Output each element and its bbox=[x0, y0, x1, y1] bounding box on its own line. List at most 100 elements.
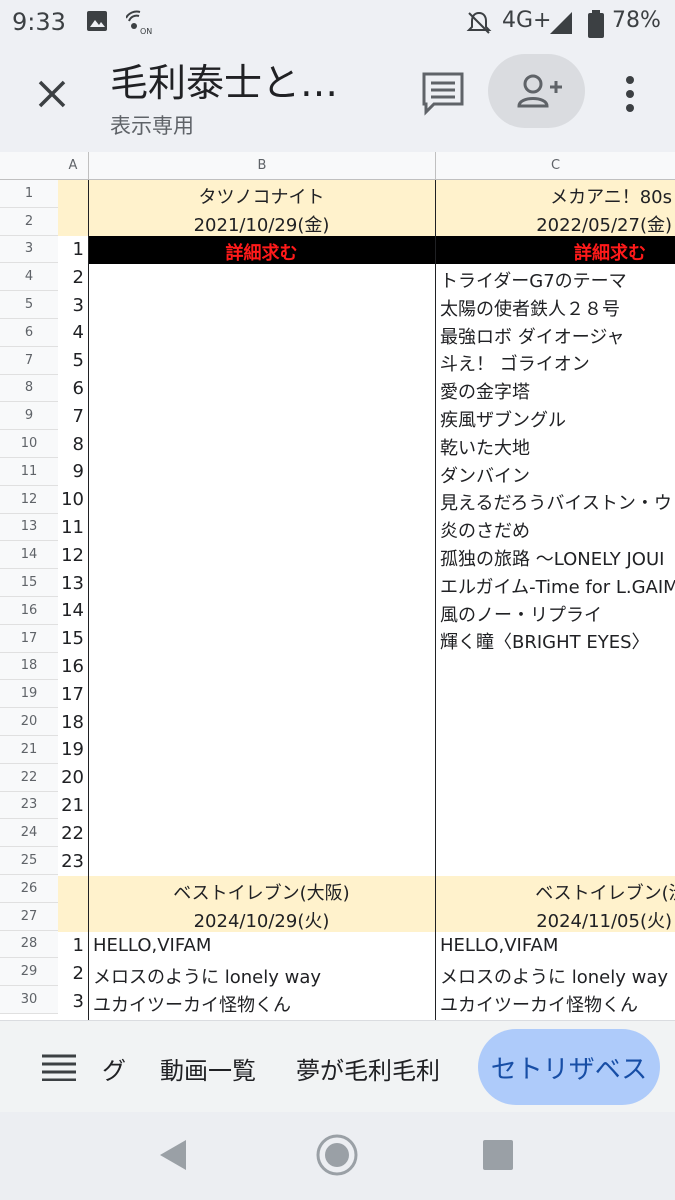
song-cell-c[interactable]: 見えるだろうバイストン・ウ bbox=[440, 489, 675, 515]
row-header[interactable]: 22 bbox=[0, 763, 58, 792]
event-name-b2[interactable]: ベストイレブン(大阪) bbox=[88, 879, 435, 905]
row-header[interactable]: 2 bbox=[0, 207, 58, 236]
column-header-a[interactable]: A bbox=[58, 152, 88, 180]
sheet-tab-1[interactable]: グ bbox=[102, 1051, 126, 1086]
song-cell-c[interactable]: HELLO,VIFAM bbox=[440, 935, 675, 956]
recents-icon[interactable] bbox=[482, 1139, 514, 1171]
song-cell-c[interactable]: 輝く瞳〈BRIGHT EYES〉 bbox=[440, 628, 675, 654]
song-cell-c[interactable]: 太陽の使者鉄人２８号 bbox=[440, 295, 675, 321]
index-cell[interactable]: 12 bbox=[58, 545, 88, 566]
song-cell-b[interactable]: ユカイツーカイ怪物くん bbox=[93, 991, 433, 1017]
index-cell[interactable]: 19 bbox=[58, 739, 88, 760]
row-header[interactable]: 29 bbox=[0, 958, 58, 987]
row-header[interactable]: 12 bbox=[0, 485, 58, 514]
song-cell-c[interactable]: 斗え！ ゴライオン bbox=[440, 350, 675, 376]
row-header[interactable]: 14 bbox=[0, 541, 58, 570]
index-cell[interactable]: 15 bbox=[58, 628, 88, 649]
home-icon[interactable] bbox=[316, 1134, 358, 1176]
index-cell[interactable]: 11 bbox=[58, 517, 88, 538]
column-header-b[interactable]: B bbox=[88, 152, 435, 180]
more-options-icon[interactable] bbox=[615, 70, 645, 118]
index-cell[interactable]: 20 bbox=[58, 767, 88, 788]
index-cell[interactable]: 22 bbox=[58, 823, 88, 844]
row-header[interactable]: 28 bbox=[0, 930, 58, 959]
index-cell[interactable]: 23 bbox=[58, 851, 88, 872]
sheet-tab-active[interactable]: セトリザベス bbox=[478, 1029, 660, 1105]
event-date-c1[interactable]: 2022/05/27(金) bbox=[436, 211, 675, 237]
row-header[interactable]: 13 bbox=[0, 513, 58, 542]
song-cell-c[interactable]: トライダーG7のテーマ bbox=[440, 267, 675, 293]
index-cell[interactable]: 3 bbox=[58, 295, 88, 316]
song-cell-c[interactable]: 炎のさだめ bbox=[440, 517, 675, 543]
song-cell-c[interactable]: 最強ロボ ダイオージャ bbox=[440, 323, 675, 349]
song-cell-c[interactable]: 疾風ザブングル bbox=[440, 406, 675, 432]
row-header[interactable]: 5 bbox=[0, 291, 58, 319]
row-header[interactable]: 3 bbox=[0, 235, 58, 264]
spreadsheet-grid[interactable]: A B C 1 2 3 4 5 6 7 8 9 10 11 12 13 14 15 16 17 18 19 20 21 2… bbox=[0, 152, 675, 1020]
event-date-b2[interactable]: 2024/10/29(火) bbox=[88, 907, 435, 933]
song-cell-c[interactable]: ダンバイン bbox=[440, 462, 675, 488]
index-cell[interactable]: 10 bbox=[58, 489, 88, 510]
row-header[interactable]: 16 bbox=[0, 597, 58, 625]
close-icon[interactable] bbox=[28, 70, 76, 118]
index-cell[interactable]: 8 bbox=[58, 434, 88, 455]
event-date-c2[interactable]: 2024/11/05(火) bbox=[436, 907, 675, 933]
index-cell[interactable]: 9 bbox=[58, 461, 88, 482]
row-header[interactable]: 30 bbox=[0, 986, 58, 1014]
row-header[interactable]: 9 bbox=[0, 402, 58, 431]
index-cell[interactable]: 13 bbox=[58, 573, 88, 594]
row-header[interactable]: 7 bbox=[0, 346, 58, 375]
index-cell[interactable]: 21 bbox=[58, 795, 88, 816]
index-cell[interactable]: 14 bbox=[58, 600, 88, 621]
row-header[interactable]: 1 bbox=[0, 180, 58, 208]
sheet-tab-3[interactable]: 夢が毛利毛利 bbox=[296, 1051, 440, 1086]
index-cell[interactable]: 17 bbox=[58, 684, 88, 705]
song-cell-c[interactable]: 孤独の旅路 〜LONELY JOUI bbox=[440, 545, 675, 571]
index-cell[interactable]: 7 bbox=[58, 406, 88, 427]
song-cell-c[interactable]: 乾いた大地 bbox=[440, 434, 675, 460]
event-name-c2[interactable]: ベストイレブン(渋 bbox=[436, 879, 675, 905]
event-date-b1[interactable]: 2021/10/29(金) bbox=[88, 211, 435, 237]
index-cell[interactable]: 16 bbox=[58, 656, 88, 677]
index-cell[interactable]: 2 bbox=[58, 963, 88, 984]
row-header[interactable]: 25 bbox=[0, 847, 58, 875]
song-cell-c[interactable]: ユカイツーカイ怪物くん bbox=[440, 991, 675, 1017]
sheet-tab-video-list[interactable]: 動画一覧 bbox=[160, 1051, 256, 1086]
row-header[interactable]: 19 bbox=[0, 680, 58, 709]
index-cell[interactable]: 4 bbox=[58, 322, 88, 343]
detail-request-b[interactable]: 詳細求む bbox=[88, 239, 435, 265]
row-header[interactable]: 24 bbox=[0, 819, 58, 848]
row-header[interactable]: 23 bbox=[0, 791, 58, 820]
song-cell-b[interactable]: HELLO,VIFAM bbox=[93, 935, 433, 956]
index-cell[interactable]: 3 bbox=[58, 991, 88, 1012]
row-header[interactable]: 10 bbox=[0, 430, 58, 458]
song-cell-c[interactable]: メロスのように lonely way bbox=[440, 963, 675, 989]
row-header[interactable]: 20 bbox=[0, 708, 58, 736]
all-sheets-menu-icon[interactable] bbox=[42, 1053, 76, 1081]
share-button[interactable] bbox=[488, 54, 585, 128]
detail-request-c[interactable]: 詳細求む bbox=[436, 239, 675, 265]
song-cell-c[interactable]: 愛の金字塔 bbox=[440, 378, 675, 404]
row-header[interactable]: 11 bbox=[0, 458, 58, 486]
row-header[interactable]: 4 bbox=[0, 263, 58, 292]
row-header[interactable]: 26 bbox=[0, 875, 58, 903]
index-cell[interactable]: 1 bbox=[58, 935, 88, 956]
event-name-c1[interactable]: メカアニ！80s bbox=[436, 183, 675, 209]
select-all-corner[interactable] bbox=[0, 152, 58, 180]
index-cell[interactable]: 5 bbox=[58, 350, 88, 371]
row-header[interactable]: 27 bbox=[0, 902, 58, 931]
index-cell[interactable]: 1 bbox=[58, 239, 88, 260]
song-cell-b[interactable]: メロスのように lonely way bbox=[93, 963, 433, 989]
event-name-b1[interactable]: タツノコナイト bbox=[88, 183, 435, 209]
song-cell-c[interactable]: 風のノー・リプライ bbox=[440, 601, 675, 627]
song-cell-c[interactable]: エルガイム-Time for L.GAIM bbox=[440, 573, 675, 599]
row-header[interactable]: 8 bbox=[0, 374, 58, 403]
column-header-c[interactable]: C bbox=[435, 152, 675, 180]
back-icon[interactable] bbox=[158, 1138, 190, 1172]
row-header[interactable]: 21 bbox=[0, 736, 58, 764]
row-header[interactable]: 17 bbox=[0, 624, 58, 653]
comment-icon[interactable] bbox=[420, 70, 466, 116]
row-header[interactable]: 18 bbox=[0, 652, 58, 681]
row-header[interactable]: 15 bbox=[0, 569, 58, 597]
index-cell[interactable]: 18 bbox=[58, 712, 88, 733]
